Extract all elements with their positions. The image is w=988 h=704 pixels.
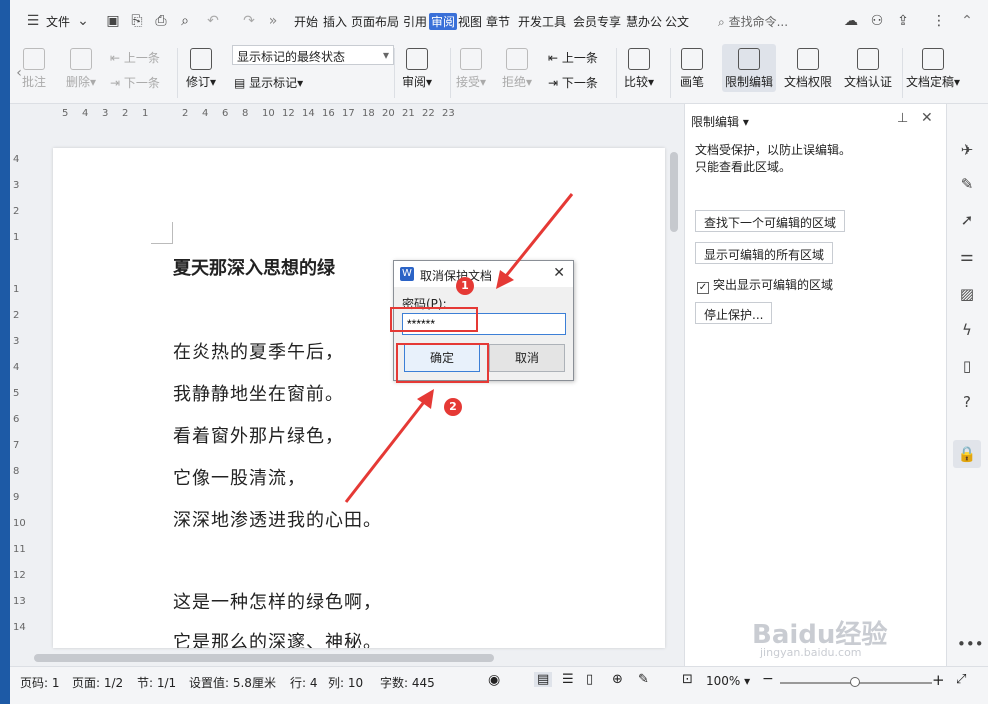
pin-icon[interactable]: ⊥ bbox=[897, 111, 908, 126]
web-view-icon[interactable]: ⊕ bbox=[612, 672, 623, 687]
status-bar: 页码: 1 页面: 1/2 节: 1/1 设置值: 5.8厘米 行: 4 列: … bbox=[10, 666, 988, 704]
book-icon[interactable]: ▯ bbox=[957, 356, 977, 376]
status-section: 节: 1/1 bbox=[137, 676, 177, 690]
annotation-arrow-1-head bbox=[496, 270, 514, 289]
find-next-editable-button[interactable]: 查找下一个可编辑的区域 bbox=[695, 210, 846, 232]
status-row: 行: 4 bbox=[290, 676, 318, 690]
fit-page-icon[interactable]: ⊡ bbox=[682, 672, 693, 687]
close-panel-icon[interactable]: ✕ bbox=[921, 110, 933, 126]
status-pages[interactable]: 页面: 1/2 bbox=[72, 674, 123, 691]
highlight-editable-checkbox[interactable]: ✓ 突出显示可编辑的区域 bbox=[697, 276, 833, 294]
status-page-code: 页码: 1 bbox=[20, 676, 60, 690]
fullscreen-icon[interactable]: ⤢ bbox=[956, 672, 966, 687]
panel-title[interactable]: 限制编辑 ▾ bbox=[691, 113, 749, 130]
baidu-watermark-url: jingyan.baidu.com bbox=[760, 646, 862, 659]
help-icon[interactable]: ? bbox=[957, 392, 977, 412]
show-all-editable-button[interactable]: 显示可编辑的所有区域 bbox=[695, 242, 834, 264]
zoom-slider-handle[interactable] bbox=[850, 677, 860, 687]
page-view-icon[interactable]: ▤ bbox=[534, 672, 553, 687]
rocket-icon[interactable]: ✈ bbox=[957, 140, 977, 160]
eye-protect-icon[interactable]: ◉ bbox=[488, 672, 500, 688]
status-col: 列: 10 bbox=[328, 676, 364, 690]
zoom-out-icon[interactable]: − bbox=[762, 671, 774, 687]
read-mode-icon[interactable]: ▯ bbox=[586, 672, 593, 687]
more-icon[interactable]: ••• bbox=[957, 634, 984, 654]
edit-pen-icon[interactable]: ✎ bbox=[957, 174, 977, 194]
zoom-level[interactable]: 100% ▾ bbox=[706, 674, 750, 688]
image-tools-icon[interactable]: ▨ bbox=[957, 284, 977, 304]
annotation-arrow-1 bbox=[504, 193, 574, 277]
panel-description: 文档受保护，以防止误编辑。 只能查看此区域。 bbox=[695, 143, 852, 174]
checkbox-checked-icon: ✓ bbox=[697, 282, 709, 294]
right-sidebar: ✈ ✎ ➚ ⚌ ▨ ϟ ▯ ? 🔒 ••• bbox=[946, 104, 988, 666]
annotation-arrow-2 bbox=[344, 401, 426, 503]
status-word-count[interactable]: 字数: 445 bbox=[380, 674, 435, 691]
outline-view-icon[interactable]: ☰ bbox=[562, 672, 574, 687]
restrict-edit-panel: 限制编辑 ▾ ⊥ ✕ 文档受保护，以防止误编辑。 只能查看此区域。 查找下一个可… bbox=[684, 104, 946, 666]
lightning-icon[interactable]: ϟ bbox=[957, 320, 977, 340]
cursor-select-icon[interactable]: ➚ bbox=[957, 210, 977, 230]
write-mode-icon[interactable]: ✎ bbox=[638, 672, 649, 687]
slider-settings-icon[interactable]: ⚌ bbox=[957, 246, 977, 266]
stop-protection-button[interactable]: 停止保护... bbox=[695, 302, 773, 324]
zoom-in-icon[interactable]: + bbox=[932, 671, 945, 689]
lock-icon[interactable]: 🔒 bbox=[953, 440, 981, 468]
status-setting: 设置值: 5.8厘米 bbox=[189, 676, 276, 690]
zoom-slider[interactable] bbox=[780, 677, 932, 687]
